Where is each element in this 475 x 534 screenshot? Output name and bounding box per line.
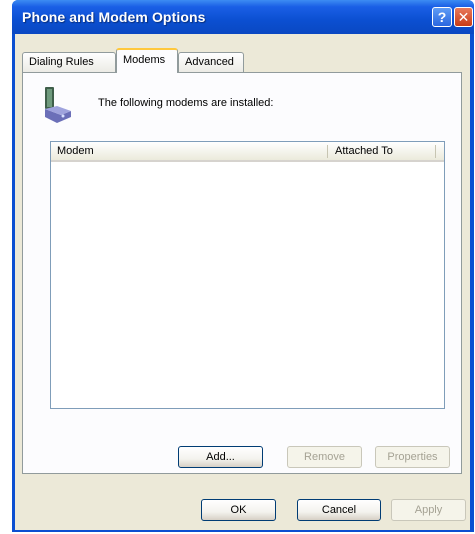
remove-button[interactable]: Remove [287, 446, 362, 468]
column-divider[interactable] [435, 145, 436, 158]
tab-advanced[interactable]: Advanced [178, 52, 244, 72]
cancel-button[interactable]: Cancel [297, 499, 381, 521]
modems-list[interactable]: Modem Attached To [50, 141, 445, 409]
dialog-client-area: Dialing Rules Modems Advanced The follow… [15, 34, 470, 530]
page: Phone and Modem Options ? ✕ Dialing Rule… [0, 0, 475, 534]
tab-strip: Dialing Rules Modems Advanced [22, 48, 462, 73]
column-header-attached-to[interactable]: Attached To [335, 145, 393, 157]
window-title: Phone and Modem Options [22, 9, 206, 25]
dialog-window: Phone and Modem Options ? ✕ Dialing Rule… [12, 0, 474, 532]
tab-modems[interactable]: Modems [116, 48, 178, 73]
column-header-modem[interactable]: Modem [57, 145, 94, 157]
intro-text: The following modems are installed: [98, 97, 274, 109]
add-button[interactable]: Add... [178, 446, 263, 468]
modems-tab-panel: The following modems are installed: Mode… [22, 72, 462, 474]
close-button[interactable]: ✕ [454, 7, 473, 27]
modem-icon [45, 87, 71, 123]
column-divider[interactable] [327, 145, 328, 158]
help-button[interactable]: ? [432, 7, 452, 27]
apply-button[interactable]: Apply [391, 499, 466, 521]
tab-dialing-rules[interactable]: Dialing Rules [22, 52, 116, 72]
list-body[interactable] [51, 162, 444, 408]
title-bar[interactable]: Phone and Modem Options ? ✕ [12, 0, 474, 34]
ok-button[interactable]: OK [201, 499, 276, 521]
list-header: Modem Attached To [51, 142, 444, 162]
properties-button[interactable]: Properties [375, 446, 450, 468]
